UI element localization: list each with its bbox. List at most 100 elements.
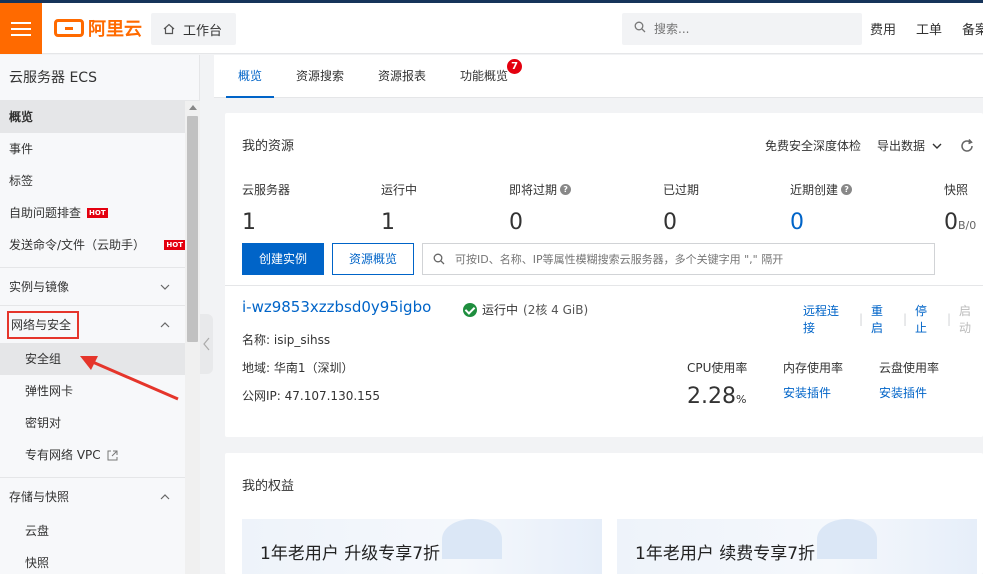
hot-badge: HOT: [164, 240, 185, 250]
card-title: 我的权益: [242, 479, 295, 494]
sidebar-item-label: 密钥对: [25, 416, 62, 430]
tab-resource-report[interactable]: 资源报表: [366, 55, 438, 98]
create-instance-button[interactable]: 创建实例: [242, 243, 324, 275]
global-search[interactable]: [622, 13, 862, 45]
sidebar-item-label: 弹性网卡: [25, 384, 74, 398]
stat-value: 0: [790, 210, 804, 235]
stat-expiring[interactable]: 即将过期? 0: [509, 181, 572, 235]
metric-label: 内存使用率: [783, 361, 844, 375]
sidebar-item-label: 发送命令/文件（云助手）: [9, 238, 146, 252]
resource-search-input[interactable]: [455, 252, 925, 266]
stat-label: 已过期: [663, 183, 700, 197]
disk-usage-metric: 云盘使用率 安装插件: [879, 359, 939, 401]
workbench-button[interactable]: 工作台: [151, 13, 237, 45]
tab-feature-overview[interactable]: 功能概览 7: [448, 55, 523, 98]
sidebar-item-key-pair[interactable]: 密钥对: [0, 407, 185, 439]
stat-label: 即将过期: [509, 183, 558, 197]
sidebar-item-overview[interactable]: 概览: [0, 101, 185, 133]
tab-label: 资源搜索: [296, 69, 345, 83]
billing-link[interactable]: 费用: [870, 19, 896, 38]
sidebar-group-label: 实例与镜像: [9, 279, 70, 294]
tab-bar: 概览 资源搜索 资源报表 功能概览 7: [214, 55, 983, 98]
stat-snapshots[interactable]: 快照 0B/0: [944, 181, 976, 235]
card-title: 我的资源: [242, 139, 295, 154]
sidebar-item-vpc[interactable]: 专有网络 VPC: [0, 439, 185, 471]
restart-link[interactable]: 重启: [871, 302, 895, 336]
instance-actions: 远程连接 | 重启 | 停止 | 启动: [803, 302, 983, 336]
security-check-link[interactable]: 免费安全深度体检: [765, 137, 861, 154]
promo-title: 1年老用户 升级专享7折: [260, 544, 441, 564]
start-link: 启动: [959, 304, 972, 335]
ticket-link[interactable]: 工单: [916, 19, 942, 38]
aliyun-logo-icon: [54, 19, 84, 37]
sidebar-group-instances-images[interactable]: 实例与镜像: [0, 267, 185, 305]
brand-name: 阿里云: [88, 19, 142, 40]
sidebar-item-label: 标签: [9, 174, 34, 188]
chevron-up-icon: [160, 493, 170, 499]
tab-label: 功能概览: [460, 69, 509, 83]
resource-overview-button[interactable]: 资源概览: [332, 243, 414, 275]
stat-expired[interactable]: 已过期 0: [663, 181, 699, 235]
hot-badge: HOT: [87, 208, 108, 218]
stat-servers[interactable]: 云服务器 1: [242, 181, 290, 235]
scroll-up-icon[interactable]: [189, 105, 197, 110]
promo-card[interactable]: 1年老用户 升级专享7折: [242, 519, 602, 574]
filing-link[interactable]: 备案: [962, 19, 983, 38]
sidebar-item-label: 事件: [9, 142, 34, 156]
stop-link[interactable]: 停止: [915, 302, 939, 336]
sidebar-collapse-handle[interactable]: [200, 314, 213, 374]
annotation-arrow: [80, 356, 179, 401]
instance-id-link[interactable]: i-wz9853xzzbsd0y95igbo: [242, 298, 431, 316]
install-plugin-link[interactable]: 安装插件: [783, 384, 843, 401]
sidebar-group-storage-snapshot[interactable]: 存储与快照: [0, 477, 185, 515]
global-search-input[interactable]: [654, 22, 844, 36]
stat-recently-created[interactable]: 近期创建? 0: [790, 181, 853, 235]
sidebar-item-snapshot[interactable]: 快照: [0, 547, 185, 574]
resource-search[interactable]: [422, 243, 935, 275]
stat-value: 1: [242, 210, 256, 235]
stat-label: 云服务器: [242, 183, 291, 197]
promo-card[interactable]: 1年老用户 续费专享7折: [617, 519, 977, 574]
chevron-up-icon: [160, 321, 170, 327]
chevron-down-icon: [932, 143, 942, 149]
stat-label-row: 近期创建?: [790, 181, 853, 198]
sidebar-item-label: 自助问题排查: [9, 206, 82, 220]
help-icon[interactable]: ?: [841, 184, 853, 195]
sidebar-item-events[interactable]: 事件: [0, 133, 185, 165]
external-link-icon: [107, 450, 118, 460]
stat-value-row: 0B/0: [944, 210, 976, 235]
chevron-left-icon: [202, 337, 209, 351]
menu-icon[interactable]: [0, 3, 42, 54]
stat-unit: B/0: [958, 219, 977, 232]
sidebar-group-network-security[interactable]: 网络与安全: [0, 305, 185, 343]
sidebar-scrollbar[interactable]: [185, 101, 200, 574]
tab-resource-search[interactable]: 资源搜索: [284, 55, 356, 98]
sidebar-item-tags[interactable]: 标签: [0, 165, 185, 197]
stat-label: 近期创建: [790, 183, 839, 197]
workbench-label: 工作台: [183, 23, 223, 39]
sidebar-item-cloud-assistant[interactable]: 发送命令/文件（云助手） HOT: [0, 229, 185, 261]
scrollbar-thumb[interactable]: [187, 116, 198, 342]
refresh-icon[interactable]: [959, 138, 975, 154]
search-icon: [634, 21, 646, 37]
my-rights-card: 我的权益 1年老用户 升级专享7折 1年老用户 续费专享7折: [225, 453, 983, 574]
instance-name: 名称: isip_sihss: [242, 333, 331, 347]
install-plugin-link[interactable]: 安装插件: [879, 384, 939, 401]
instance-status: 运行中 (2核 4 GiB): [463, 301, 588, 318]
sidebar-item-label: 专有网络 VPC: [25, 448, 101, 462]
sidebar-item-self-diagnosis[interactable]: 自助问题排查 HOT: [0, 197, 185, 229]
sidebar-item-disk[interactable]: 云盘: [0, 515, 185, 547]
export-data-dropdown[interactable]: 导出数据: [877, 137, 943, 154]
sidebar-title: 云服务器 ECS: [0, 55, 199, 101]
brand-logo[interactable]: 阿里云: [54, 15, 142, 41]
promo-decoration: [817, 519, 877, 559]
help-icon[interactable]: ?: [560, 184, 572, 195]
sidebar-group-label: 网络与安全: [7, 310, 80, 339]
search-icon: [433, 253, 445, 265]
status-text: 运行中: [482, 303, 519, 317]
metric-label: CPU使用率: [687, 361, 748, 375]
tab-overview[interactable]: 概览: [226, 55, 275, 98]
card-actions: 免费安全深度体检 导出数据: [765, 137, 975, 154]
stat-running[interactable]: 运行中 1: [381, 181, 417, 235]
remote-connect-link[interactable]: 远程连接: [803, 302, 851, 336]
